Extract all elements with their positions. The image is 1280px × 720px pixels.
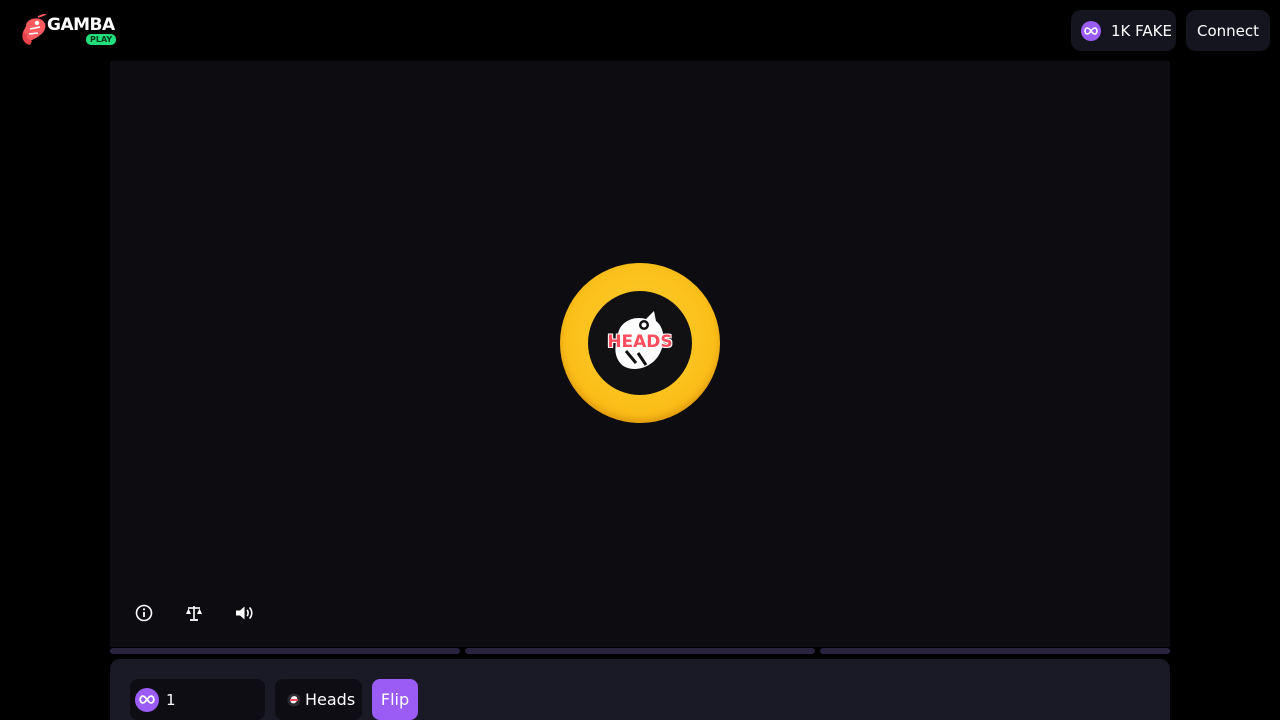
infinity-token-icon	[135, 687, 159, 712]
progress-segment	[110, 648, 460, 654]
coin-face: HEADS	[588, 291, 692, 395]
coin: HEADS	[560, 263, 720, 423]
side-label: Heads	[305, 690, 356, 709]
wager-value: 1	[166, 690, 176, 709]
progress-segment	[465, 648, 815, 654]
wager-input[interactable]: 1	[130, 679, 265, 720]
shrimp-logo-icon	[22, 14, 47, 45]
flip-button[interactable]: Flip	[372, 679, 418, 720]
token-selector-button[interactable]: 1K FAKE	[1071, 10, 1176, 51]
top-bar: GAMBA PLAY 1K FAKE Connect	[0, 0, 1280, 61]
token-label: 1K FAKE	[1111, 21, 1172, 40]
controls-panel: 1 Heads Flip	[110, 659, 1170, 720]
progress-segment	[820, 648, 1170, 654]
side-select-button[interactable]: Heads	[275, 679, 362, 720]
stage-toolbar	[134, 603, 254, 623]
play-badge: PLAY	[86, 34, 117, 45]
infinity-token-icon	[1081, 20, 1101, 41]
coin-side-text: HEADS	[607, 332, 673, 352]
shrimp-mini-icon	[287, 693, 301, 706]
brand-name: GAMBA	[47, 15, 115, 35]
gamba-logo[interactable]: GAMBA PLAY	[20, 14, 117, 48]
scales-icon[interactable]	[184, 603, 204, 623]
speaker-icon[interactable]	[234, 603, 254, 623]
connect-button[interactable]: Connect	[1186, 10, 1270, 51]
game-stage: HEADS	[110, 61, 1170, 647]
info-icon[interactable]	[134, 603, 154, 623]
